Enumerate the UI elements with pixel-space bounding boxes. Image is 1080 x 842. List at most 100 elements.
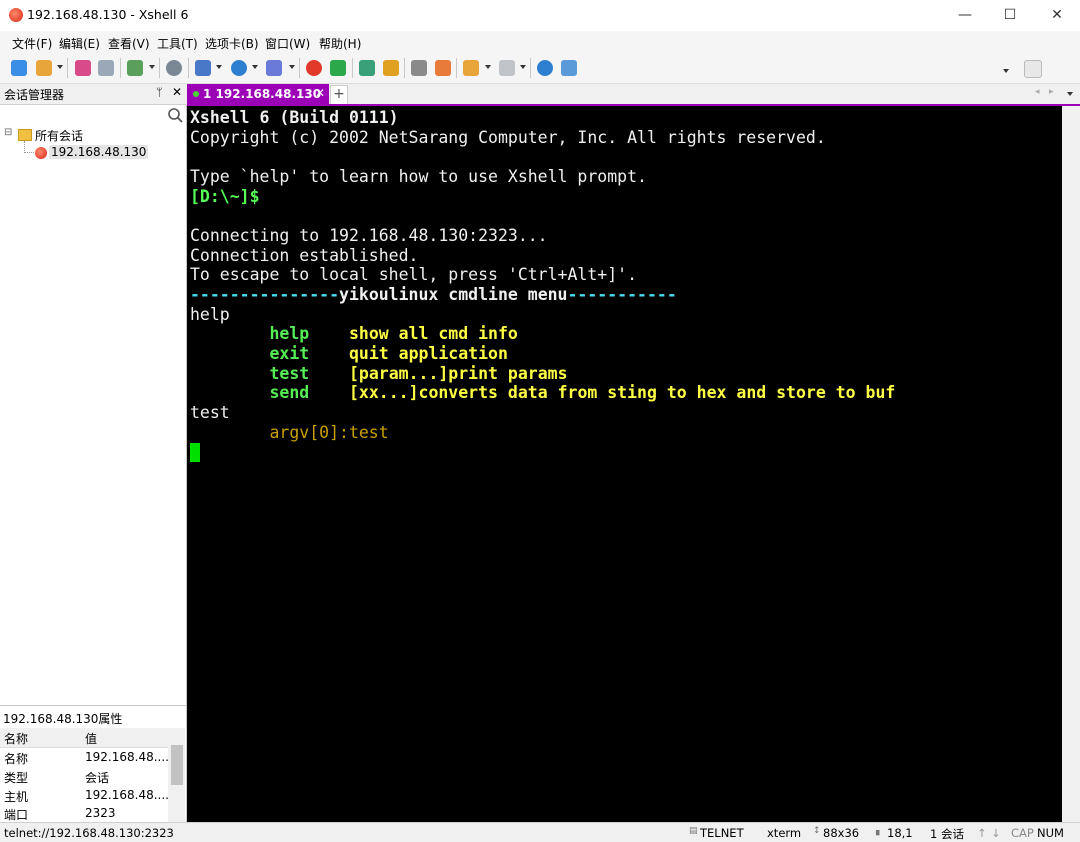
search-icon[interactable] <box>167 107 183 123</box>
connect-icon[interactable] <box>75 60 91 76</box>
menu-bar: 文件(F) 编辑(E) 查看(V) 工具(T) 选项卡(B) 窗口(W) 帮助(… <box>0 31 1080 53</box>
terminal-scrollbar[interactable] <box>1062 106 1080 822</box>
terminal-line: To escape to local shell, press 'Ctrl+Al… <box>190 265 638 284</box>
toolbar <box>0 53 1080 84</box>
session-manager-header: 会话管理器 ᛘ ✕ <box>0 84 186 105</box>
menu-window[interactable]: 窗口(W) <box>265 35 310 52</box>
tree-session-item[interactable]: 192.168.48.130 <box>49 145 149 159</box>
toolbar-separator <box>159 58 160 78</box>
table-row: 主机 192.168.48.... <box>0 786 169 805</box>
terminal-cmd-name: send <box>269 383 310 402</box>
globe-icon[interactable] <box>231 60 247 76</box>
terminal-help-line: exit quit application <box>269 344 508 363</box>
window-list-icon[interactable] <box>499 60 515 76</box>
protocol-icon: ▤ <box>689 826 698 836</box>
tab-scroll-left-icon[interactable]: ◂ <box>1035 87 1040 97</box>
toolbar-separator <box>404 58 405 78</box>
xshell-app-icon <box>9 8 23 22</box>
status-connection: telnet://192.168.48.130:2323 <box>4 826 174 840</box>
font-dropdown-icon[interactable] <box>289 65 295 69</box>
menu-edit[interactable]: 编辑(E) <box>59 35 100 52</box>
terminal-line: Connecting to 192.168.48.130:2323... <box>190 226 548 245</box>
terminal-menu-title: yikoulinux cmdline menu <box>339 285 568 304</box>
properties-header-value[interactable]: 值 <box>85 730 97 747</box>
tree-root-all-sessions[interactable]: 所有会话 <box>35 127 83 144</box>
property-key: 端口 <box>4 808 29 822</box>
compose-icon[interactable] <box>463 60 479 76</box>
toolbar-separator <box>67 58 68 78</box>
menu-tools[interactable]: 工具(T) <box>157 35 198 52</box>
menu-view[interactable]: 查看(V) <box>108 35 150 52</box>
toolbar-overflow-icon[interactable] <box>1003 69 1009 73</box>
terminal-menu-banner: ---------------yikoulinux cmdline menu--… <box>190 285 677 304</box>
tab-list-dropdown-icon[interactable] <box>1067 92 1073 96</box>
menu-tabs[interactable]: 选项卡(B) <box>205 35 259 52</box>
xshell-icon[interactable] <box>306 60 322 76</box>
property-value: 2323 <box>85 806 116 820</box>
terminal-help-line: help show all cmd info <box>269 324 518 343</box>
xftp-icon[interactable] <box>330 60 346 76</box>
status-cursor-position: 18,1 <box>887 826 913 840</box>
status-caps: CAP <box>1011 826 1034 840</box>
window-title: 192.168.48.130 - Xshell 6 <box>27 7 189 22</box>
pin-icon[interactable]: ᛘ <box>156 86 163 99</box>
scrollbar-thumb[interactable] <box>171 745 183 785</box>
disconnect-icon[interactable] <box>98 60 114 76</box>
property-key: 名称 <box>4 752 29 766</box>
properties-scrollbar[interactable] <box>168 728 185 822</box>
globe-dropdown-icon[interactable] <box>252 65 258 69</box>
property-key: 类型 <box>4 771 29 785</box>
find-icon[interactable] <box>166 60 182 76</box>
tab-session[interactable]: 1 192.168.48.130 ✕ <box>187 84 329 105</box>
toolbar-separator <box>352 58 353 78</box>
window-list-dropdown-icon[interactable] <box>520 65 526 69</box>
connected-status-icon <box>193 91 199 97</box>
script-icon[interactable] <box>435 60 451 76</box>
reconnect-icon[interactable] <box>127 60 143 76</box>
new-tab-button[interactable]: + <box>330 85 348 105</box>
lock-icon[interactable] <box>383 60 399 76</box>
table-row: 端口 2323 <box>0 804 168 823</box>
property-value: 192.168.48.... <box>85 788 169 802</box>
minimize-button[interactable]: — <box>942 0 988 31</box>
terminal-line: help <box>190 305 230 324</box>
menu-file[interactable]: 文件(F) <box>12 35 52 52</box>
terminal[interactable]: Xshell 6 (Build 0111) Copyright (c) 2002… <box>187 106 1062 822</box>
fullscreen-icon[interactable] <box>359 60 375 76</box>
font-icon[interactable] <box>266 60 282 76</box>
properties-table: 名称 值 名称 192.168.48.... 类型 会话 主机 192.168.… <box>0 728 187 822</box>
tree-collapse-icon[interactable]: ⊟ <box>4 127 12 138</box>
properties-title: 192.168.48.130属性 <box>0 705 187 728</box>
terminal-line: test <box>190 403 230 422</box>
status-bar: telnet://192.168.48.130:2323 ▤ TELNET xt… <box>0 822 1080 842</box>
tab-close-icon[interactable]: ✕ <box>315 86 325 100</box>
terminal-argv-line: argv[0]:test <box>190 423 389 442</box>
status-num: NUM <box>1037 826 1064 840</box>
properties-header-name[interactable]: 名称 <box>4 730 28 747</box>
layout-icon[interactable] <box>195 60 211 76</box>
terminal-line: Connection established. <box>190 246 419 265</box>
menu-help[interactable]: 帮助(H) <box>319 35 361 52</box>
terminal-help-line: test [param...]print params <box>269 364 568 383</box>
table-row: 类型 会话 <box>0 767 168 786</box>
status-sessions: 1 会话 <box>930 827 964 841</box>
help-icon[interactable] <box>537 60 553 76</box>
chat-icon[interactable] <box>561 60 577 76</box>
terminal-line: Copyright (c) 2002 NetSarang Computer, I… <box>190 128 826 147</box>
open-dropdown-icon[interactable] <box>57 65 63 69</box>
new-session-icon[interactable] <box>11 60 27 76</box>
folder-icon <box>18 129 32 141</box>
close-button[interactable]: ✕ <box>1034 0 1080 31</box>
tab-label: 1 192.168.48.130 <box>203 87 322 101</box>
close-panel-icon[interactable]: ✕ <box>172 85 182 99</box>
compose-dropdown-icon[interactable] <box>485 65 491 69</box>
options-icon[interactable] <box>1024 60 1042 78</box>
keyboard-icon[interactable] <box>411 60 427 76</box>
tree-connector <box>24 152 34 154</box>
tab-scroll-right-icon[interactable]: ▸ <box>1049 87 1054 97</box>
property-value: 会话 <box>85 771 110 785</box>
maximize-button[interactable]: ☐ <box>987 0 1033 31</box>
layout-dropdown-icon[interactable] <box>216 65 222 69</box>
reconnect-dropdown-icon[interactable] <box>149 65 155 69</box>
open-folder-icon[interactable] <box>36 60 52 76</box>
